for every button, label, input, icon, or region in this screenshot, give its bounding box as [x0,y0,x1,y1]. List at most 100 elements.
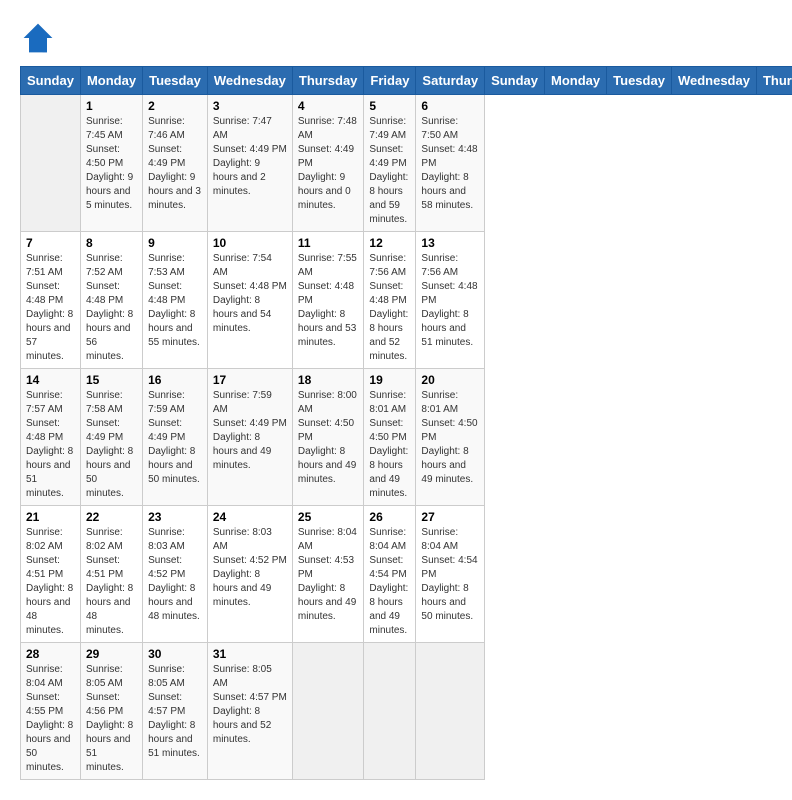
day-info: Sunrise: 8:03 AM Sunset: 4:52 PM Dayligh… [213,526,287,610]
calendar-cell: 31Sunrise: 8:05 AM Sunset: 4:57 PM Dayli… [207,643,292,780]
day-number: 28 [26,647,75,661]
day-number: 9 [148,236,202,250]
calendar-cell: 6Sunrise: 7:50 AM Sunset: 4:48 PM Daylig… [416,95,485,232]
day-number: 3 [213,99,287,113]
day-of-week-header: Thursday [292,67,364,95]
day-info: Sunrise: 7:52 AM Sunset: 4:48 PM Dayligh… [86,252,137,364]
calendar-cell: 1 Sunrise: 7:45 AM Sunset: 4:50 PM Daylig… [80,95,142,232]
calendar-cell: 11 Sunrise: 7:55 AM Sunset: 4:48 PM Dayli… [292,232,364,369]
day-info: Sunrise: 7:58 AM Sunset: 4:49 PM Dayligh… [86,389,137,501]
day-number: 13 [421,236,479,250]
calendar-cell: 24 Sunrise: 8:03 AM Sunset: 4:52 PM Dayli… [207,506,292,643]
day-number: 5 [369,99,410,113]
day-info: Sunrise: 8:04 AM Sunset: 4:54 PM Dayligh… [421,526,479,624]
day-number: 21 [26,510,75,524]
day-info: Sunrise: 7:57 AM Sunset: 4:48 PM Dayligh… [26,389,75,501]
day-info: Sunrise: 7:59 AM Sunset: 4:49 PM Dayligh… [148,389,202,487]
day-number: 7 [26,236,75,250]
calendar-cell: 3 Sunrise: 7:47 AM Sunset: 4:49 PM Daylig… [207,95,292,232]
calendar-cell: 22 Sunrise: 8:02 AM Sunset: 4:51 PM Dayli… [80,506,142,643]
calendar-header-row: SundayMondayTuesdayWednesdayThursdayFrid… [21,67,792,95]
calendar-cell: 17 Sunrise: 7:59 AM Sunset: 4:49 PM Dayli… [207,369,292,506]
day-number: 11 [298,236,359,250]
day-info: Sunrise: 8:02 AM Sunset: 4:51 PM Dayligh… [86,526,137,638]
calendar-cell [21,95,81,232]
calendar-cell: 20Sunrise: 8:01 AM Sunset: 4:50 PM Dayli… [416,369,485,506]
day-info: Sunrise: 8:00 AM Sunset: 4:50 PM Dayligh… [298,389,359,487]
calendar-cell: 10 Sunrise: 7:54 AM Sunset: 4:48 PM Dayli… [207,232,292,369]
day-number: 6 [421,99,479,113]
calendar-cell: 8 Sunrise: 7:52 AM Sunset: 4:48 PM Daylig… [80,232,142,369]
day-info: Sunrise: 7:45 AM Sunset: 4:50 PM Dayligh… [86,115,137,213]
day-info: Sunrise: 7:48 AM Sunset: 4:49 PM Dayligh… [298,115,359,213]
day-of-week-header: Friday [364,67,416,95]
logo [20,20,60,56]
day-number: 15 [86,373,137,387]
day-number: 31 [213,647,287,661]
calendar-cell: 14 Sunrise: 7:57 AM Sunset: 4:48 PM Dayli… [21,369,81,506]
day-info: Sunrise: 7:59 AM Sunset: 4:49 PM Dayligh… [213,389,287,473]
day-info: Sunrise: 7:56 AM Sunset: 4:48 PM Dayligh… [421,252,479,350]
day-number: 1 [86,99,137,113]
day-number: 30 [148,647,202,661]
calendar-cell: 9 Sunrise: 7:53 AM Sunset: 4:48 PM Daylig… [143,232,208,369]
day-number: 14 [26,373,75,387]
day-of-week-header: Wednesday [207,67,292,95]
calendar-cell: 28 Sunrise: 8:04 AM Sunset: 4:55 PM Dayli… [21,643,81,780]
calendar-cell: 12 Sunrise: 7:56 AM Sunset: 4:48 PM Dayli… [364,232,416,369]
day-of-week-header: Tuesday [143,67,208,95]
day-info: Sunrise: 7:54 AM Sunset: 4:48 PM Dayligh… [213,252,287,336]
day-of-week-header: Sunday [485,67,545,95]
day-info: Sunrise: 8:04 AM Sunset: 4:55 PM Dayligh… [26,663,75,775]
day-info: Sunrise: 7:47 AM Sunset: 4:49 PM Dayligh… [213,115,287,199]
day-of-week-header: Monday [80,67,142,95]
day-info: Sunrise: 7:55 AM Sunset: 4:48 PM Dayligh… [298,252,359,350]
day-number: 8 [86,236,137,250]
day-info: Sunrise: 7:49 AM Sunset: 4:49 PM Dayligh… [369,115,410,227]
day-info: Sunrise: 7:46 AM Sunset: 4:49 PM Dayligh… [148,115,202,213]
calendar-week-row: 21 Sunrise: 8:02 AM Sunset: 4:51 PM Dayli… [21,506,792,643]
page-header [20,20,772,56]
day-of-week-header: Wednesday [671,67,756,95]
calendar-cell [364,643,416,780]
day-info: Sunrise: 8:01 AM Sunset: 4:50 PM Dayligh… [421,389,479,487]
day-number: 19 [369,373,410,387]
day-info: Sunrise: 7:56 AM Sunset: 4:48 PM Dayligh… [369,252,410,364]
logo-icon [20,20,56,56]
day-info: Sunrise: 8:04 AM Sunset: 4:54 PM Dayligh… [369,526,410,638]
day-of-week-header: Thursday [756,67,792,95]
calendar-cell: 21 Sunrise: 8:02 AM Sunset: 4:51 PM Dayli… [21,506,81,643]
day-info: Sunrise: 7:53 AM Sunset: 4:48 PM Dayligh… [148,252,202,350]
calendar-cell: 30 Sunrise: 8:05 AM Sunset: 4:57 PM Dayli… [143,643,208,780]
calendar-cell: 18Sunrise: 8:00 AM Sunset: 4:50 PM Dayli… [292,369,364,506]
day-of-week-header: Monday [545,67,607,95]
calendar-cell: 19Sunrise: 8:01 AM Sunset: 4:50 PM Dayli… [364,369,416,506]
calendar-cell: 25Sunrise: 8:04 AM Sunset: 4:53 PM Dayli… [292,506,364,643]
day-info: Sunrise: 8:05 AM Sunset: 4:57 PM Dayligh… [148,663,202,761]
day-info: Sunrise: 8:02 AM Sunset: 4:51 PM Dayligh… [26,526,75,638]
calendar-table: SundayMondayTuesdayWednesdayThursdayFrid… [20,66,792,780]
calendar-cell: 4 Sunrise: 7:48 AM Sunset: 4:49 PM Daylig… [292,95,364,232]
day-number: 27 [421,510,479,524]
calendar-week-row: 1 Sunrise: 7:45 AM Sunset: 4:50 PM Daylig… [21,95,792,232]
calendar-cell: 5 Sunrise: 7:49 AM Sunset: 4:49 PM Daylig… [364,95,416,232]
day-number: 12 [369,236,410,250]
calendar-week-row: 28 Sunrise: 8:04 AM Sunset: 4:55 PM Dayli… [21,643,792,780]
calendar-cell: 23Sunrise: 8:03 AM Sunset: 4:52 PM Dayli… [143,506,208,643]
day-of-week-header: Sunday [21,67,81,95]
day-number: 24 [213,510,287,524]
day-info: Sunrise: 8:05 AM Sunset: 4:56 PM Dayligh… [86,663,137,775]
day-info: Sunrise: 8:03 AM Sunset: 4:52 PM Dayligh… [148,526,202,624]
day-of-week-header: Saturday [416,67,485,95]
calendar-cell: 13 Sunrise: 7:56 AM Sunset: 4:48 PM Dayli… [416,232,485,369]
day-number: 22 [86,510,137,524]
calendar-cell: 2Sunrise: 7:46 AM Sunset: 4:49 PM Daylig… [143,95,208,232]
calendar-cell: 29Sunrise: 8:05 AM Sunset: 4:56 PM Dayli… [80,643,142,780]
day-number: 10 [213,236,287,250]
day-number: 16 [148,373,202,387]
day-number: 17 [213,373,287,387]
calendar-week-row: 14 Sunrise: 7:57 AM Sunset: 4:48 PM Dayli… [21,369,792,506]
day-number: 4 [298,99,359,113]
day-number: 26 [369,510,410,524]
calendar-cell: 16 Sunrise: 7:59 AM Sunset: 4:49 PM Dayli… [143,369,208,506]
